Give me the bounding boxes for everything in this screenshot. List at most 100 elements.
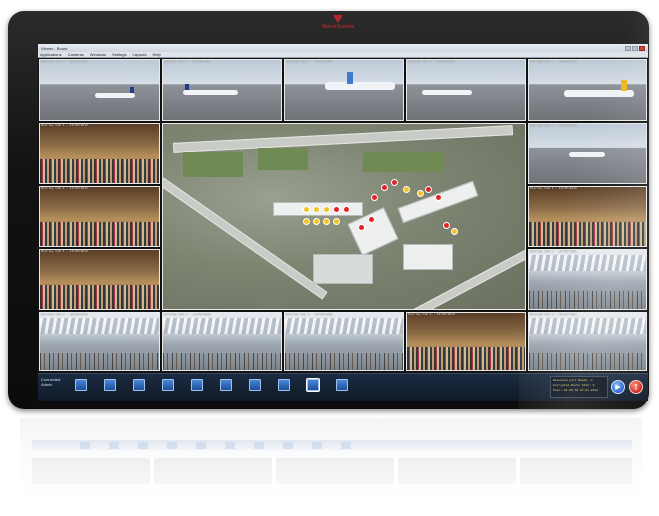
quick-view-button[interactable] [191,379,203,391]
camera-tile[interactable]: Overlay Cam 1 - 12/05/2012 [528,186,647,247]
camera-marker[interactable] [303,218,310,225]
menu-settings[interactable]: Settings [112,52,126,57]
camera-tile[interactable]: Overlay Cam 1 - 12/05/2012 [528,249,647,310]
grass-area [363,152,443,172]
camera-caption: Overlay Cam 1 - 12/05/2012 [164,60,211,63]
crowd [40,285,159,309]
menu-cameras[interactable]: Cameras [68,52,84,57]
camera-caption: Overlay Cam 1 - 12/05/2012 [286,313,333,316]
camera-marker[interactable] [358,224,365,231]
camera-marker[interactable] [313,218,320,225]
crowd [285,352,403,370]
camera-marker[interactable] [343,206,350,213]
crowd [40,352,159,370]
camera-marker[interactable] [391,179,398,186]
camera-caption: Overlay Cam 1 - 12/05/2012 [530,313,577,316]
camera-marker[interactable] [435,194,442,201]
status-panel: Baseband port Ready: 4 Encrypted Route S… [550,376,608,398]
aircraft-tail [130,87,134,93]
quick-view-button[interactable] [162,379,174,391]
camera-tile[interactable]: Overlay Cam 1 - 12/05/2012 [528,312,647,371]
grass-area [183,152,243,177]
crowd [407,347,525,370]
menu-windows[interactable]: Windows [90,52,106,57]
menu-applications[interactable]: Applications [40,52,62,57]
camera-marker[interactable] [371,194,378,201]
camera-tile[interactable]: Overlay Cam 1 - 12/05/2012 [528,123,647,184]
camera-caption: Overlay Cam 1 - 12/05/2012 [41,187,88,190]
quick-view-button[interactable] [336,379,348,391]
camera-tile[interactable]: Overlay Cam 1 - 12/05/2012 [528,59,647,121]
camera-tile[interactable]: Overlay Cam 1 - 12/05/2012 [406,312,526,371]
camera-tile[interactable]: Overlay Cam 1 - 12/05/2012 [39,312,160,371]
play-button[interactable]: ▶ [611,380,625,394]
camera-tile[interactable]: Overlay Cam 1 - 12/05/2012 [162,312,282,371]
status-line: Pose: 04:06:38 07-01-2012 [553,389,599,392]
camera-tile[interactable]: Overlay Cam 1 - 12/05/2012 [406,59,526,121]
camera-tile[interactable]: Overlay Cam 1 - 12/05/2012 [39,59,160,121]
menu-layouts[interactable]: Layouts [133,52,147,57]
maximize-button[interactable] [632,45,638,51]
runway [172,125,514,153]
window-title: Viewer - Board [41,45,68,51]
menu-bar: Applications Cameras Windows Settings La… [38,52,648,58]
monitor-reflection [20,418,642,508]
camera-caption: Overlay Cam 1 - 12/05/2012 [408,313,455,316]
reflection-fade [20,418,642,508]
camera-caption: Overlay Cam 1 - 12/05/2012 [164,313,211,316]
ceiling [529,317,646,334]
camera-marker[interactable] [381,184,388,191]
ceiling [40,317,159,334]
camera-caption: Overlay Cam 1 - 12/05/2012 [41,124,88,127]
camera-tile[interactable]: Overlay Cam 1 - 12/05/2012 [39,186,160,247]
alert-button[interactable]: ! [629,380,643,394]
aircraft [564,90,634,97]
camera-tile[interactable]: Overlay Cam 1 - 12/05/2012 [284,312,404,371]
minimize-button[interactable] [625,45,631,51]
camera-tile[interactable]: Overlay Cam 1 - 12/05/2012 [39,249,160,310]
aircraft-tail [621,80,627,91]
quick-view-button-active[interactable] [306,378,320,392]
brand-logo: WatchSystem [308,15,368,30]
terminal-building [403,244,453,270]
airport-map-view[interactable] [162,123,526,310]
window-titlebar: Viewer - Board [38,44,648,52]
camera-caption: Overlay Cam 1 - 12/05/2012 [530,124,577,127]
camera-caption: Overlay Cam 1 - 12/05/2012 [41,250,88,253]
close-button[interactable] [639,45,645,51]
brand-logo-icon [333,15,343,23]
camera-tile[interactable]: Overlay Cam 1 - 12/05/2012 [162,59,282,121]
camera-marker[interactable] [443,222,450,229]
aircraft [95,93,135,98]
quick-view-button[interactable] [133,379,145,391]
camera-marker[interactable] [333,206,340,213]
crowd [529,222,646,246]
crowd [529,291,646,309]
quick-view-button[interactable] [220,379,232,391]
camera-marker[interactable] [368,216,375,223]
quick-view-button[interactable] [104,379,116,391]
camera-marker[interactable] [323,218,330,225]
camera-marker[interactable] [403,186,410,193]
quick-view-button[interactable] [249,379,261,391]
play-icon: ▶ [615,383,621,391]
camera-tile[interactable]: Overlay Cam 1 - 12/05/2012 [39,123,160,184]
camera-marker[interactable] [303,206,310,213]
quick-view-button[interactable] [75,379,87,391]
alert-icon: ! [634,382,638,392]
camera-marker[interactable] [333,218,340,225]
aircraft [422,90,472,95]
camera-marker[interactable] [313,206,320,213]
quick-view-button[interactable] [278,379,290,391]
camera-tile[interactable]: Overlay Cam 1 - 12/05/2012 [284,59,404,121]
terminal-building [397,180,479,224]
aircraft-tail [185,84,189,90]
camera-marker[interactable] [425,186,432,193]
ceiling [163,317,281,334]
runway [163,177,328,300]
menu-help[interactable]: Help [153,52,161,57]
crowd [529,352,646,370]
camera-marker[interactable] [417,190,424,197]
camera-marker[interactable] [451,228,458,235]
camera-marker[interactable] [323,206,330,213]
